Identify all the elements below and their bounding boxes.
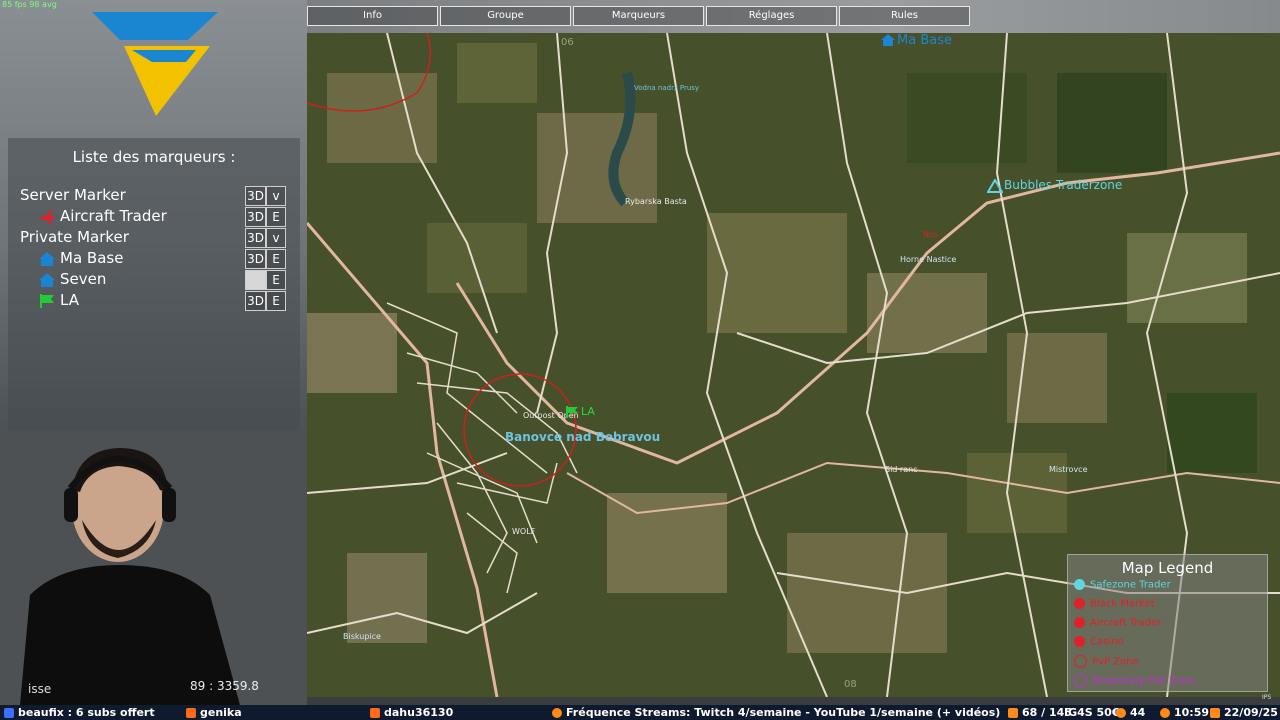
marker-list-title: Liste des marqueurs : (72, 148, 236, 166)
legend-item-temp-pvp: Temporary PvP Zone (1074, 674, 1195, 690)
seven-label: Seven (60, 270, 107, 288)
map-label-biskupice: Biskupice (343, 632, 381, 641)
grid-label-06: 06 (561, 37, 574, 48)
logo-emblem (92, 12, 218, 116)
la-edit-button[interactable]: E (266, 291, 286, 311)
aircraft-edit-button[interactable]: E (266, 207, 286, 227)
ticker-viewers: 44 (1116, 705, 1145, 720)
map-label-sid: Sid ranc (885, 465, 918, 474)
aircraft-trader-label: Aircraft Trader (60, 207, 167, 225)
ticker-dahu: dahu36130 (370, 705, 453, 720)
marker-row-la: LA 3D E (20, 291, 290, 311)
map-legend: Map Legend Safezone Trader Black Market … (1067, 554, 1268, 692)
legend-item-safezone: Safezone Trader (1074, 579, 1171, 595)
legend-item-aircraft: Aircraft Trader (1074, 617, 1161, 633)
marker-row-aircraft: Aircraft Trader 3D E (20, 207, 290, 227)
tab-info[interactable]: Info (307, 6, 438, 26)
eye-icon (1116, 708, 1126, 718)
ticker-date: 22/09/25 (1210, 705, 1278, 720)
marker-row-seven: Seven E (20, 270, 290, 290)
la-3d-button[interactable]: 3D (245, 291, 266, 311)
plane-icon (39, 210, 55, 224)
map-label-mistrovce: Mistrovce (1049, 465, 1088, 474)
chart-icon (1008, 708, 1018, 718)
server-marker-label: Server Marker (20, 186, 126, 204)
ticker-frequency: Fréquence Streams: Twitch 4/semaine - Yo… (552, 705, 1000, 720)
server-3d-button[interactable]: 3D (245, 186, 266, 206)
private-expand-button[interactable]: v (266, 228, 286, 248)
tab-marqueurs[interactable]: Marqueurs (573, 6, 704, 26)
la-label: LA (60, 291, 79, 309)
clock-icon (1160, 708, 1170, 718)
casino-icon (1074, 636, 1085, 647)
ticker-genika: genika (186, 705, 242, 720)
pvp-zone-icon (1074, 655, 1087, 668)
ticker-ig: IG4S 50€ (1064, 706, 1120, 719)
map-label-vodna: Vodna nadrz Prusy (634, 84, 700, 92)
check-icon (1074, 579, 1085, 590)
grid-label-08: 08 (844, 679, 857, 690)
webcam-streamer (0, 430, 307, 705)
aircraft-3d-button[interactable]: 3D (245, 207, 266, 227)
map-label-wolf: WOLF (512, 527, 536, 536)
ips-indicator: IPS (1262, 694, 1272, 701)
camera-overlay-coords: 89 : 3359.8 (190, 679, 259, 693)
flag-icon (566, 406, 578, 418)
tab-reglages[interactable]: Réglages (706, 6, 837, 26)
coffee-icon (186, 708, 196, 718)
menu-tabs: Info Groupe Marqueurs Réglages Rules (307, 6, 973, 26)
map-label-red-marker: Nos (923, 230, 939, 239)
info-icon (552, 708, 562, 718)
ticker-subs: beaufix : 6 subs offert (4, 705, 155, 720)
ma-base-label: Ma Base (60, 249, 124, 267)
shield-icon (987, 179, 1003, 193)
map-label-bubbles: Bubbles Traderzone (1004, 178, 1123, 192)
map-label-ma-base: Ma Base (897, 33, 952, 48)
legend-item-black-market: Black Market (1074, 598, 1155, 614)
legend-item-pvp: PvP Zone (1074, 655, 1139, 671)
house-icon (39, 273, 55, 287)
person-icon (4, 708, 14, 718)
temp-pvp-zone-icon (1074, 674, 1087, 687)
marker-row-private: Private Marker 3D v (20, 228, 290, 248)
marker-row-server: Server Marker 3D v (20, 186, 290, 206)
alert-icon (370, 708, 380, 718)
ticker-time: 10:59 (1160, 705, 1209, 720)
map-label-rybarska: Rybarska Basta (625, 197, 687, 206)
house-icon (39, 252, 55, 266)
map-label-horne: Horne Nastice (900, 255, 957, 264)
seven-edit-button[interactable]: E (266, 270, 286, 290)
tab-groupe[interactable]: Groupe (440, 6, 571, 26)
private-marker-label: Private Marker (20, 228, 129, 246)
house-icon (881, 34, 895, 46)
stream-ticker: beaufix : 6 subs offert genika dahu36130… (0, 705, 1280, 720)
flag-icon (40, 294, 54, 308)
private-3d-button[interactable]: 3D (245, 228, 266, 248)
fps-counter: 85 fps 98 avg (2, 0, 57, 9)
calendar-icon (1210, 708, 1220, 718)
plane-icon (1074, 617, 1085, 628)
seven-3d-button[interactable] (245, 270, 266, 290)
ticker-count: 68 / 145 (1008, 705, 1072, 720)
camera-overlay-left: isse (28, 682, 52, 696)
tab-rules[interactable]: Rules (839, 6, 970, 26)
map-label-la: LA (581, 405, 595, 418)
marker-row-ma-base: Ma Base 3D E (20, 249, 290, 269)
map-label-banovce: Banovce nad Bebravou (505, 430, 661, 444)
ma-base-3d-button[interactable]: 3D (245, 249, 266, 269)
legend-title: Map Legend (1121, 559, 1214, 577)
server-expand-button[interactable]: v (266, 186, 286, 206)
black-market-icon (1074, 598, 1085, 609)
legend-item-casino: Casino (1074, 636, 1124, 652)
ma-base-edit-button[interactable]: E (266, 249, 286, 269)
